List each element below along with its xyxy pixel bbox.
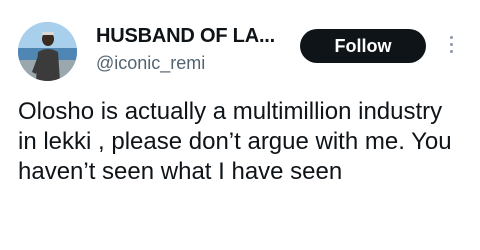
more-options-icon[interactable] (444, 36, 458, 56)
profile-photo-icon (18, 22, 77, 81)
tweet-text: Olosho is actually a multimillion indust… (18, 98, 452, 185)
user-handle[interactable]: @iconic_remi (96, 53, 205, 74)
follow-button[interactable]: Follow (300, 29, 426, 63)
display-name[interactable]: HUSBAND OF LA... (96, 25, 275, 48)
tweet-card: HUSBAND OF LA... @iconic_remi Follow Olo… (0, 0, 480, 250)
avatar[interactable] (18, 22, 77, 81)
follow-button-label: Follow (334, 35, 392, 56)
